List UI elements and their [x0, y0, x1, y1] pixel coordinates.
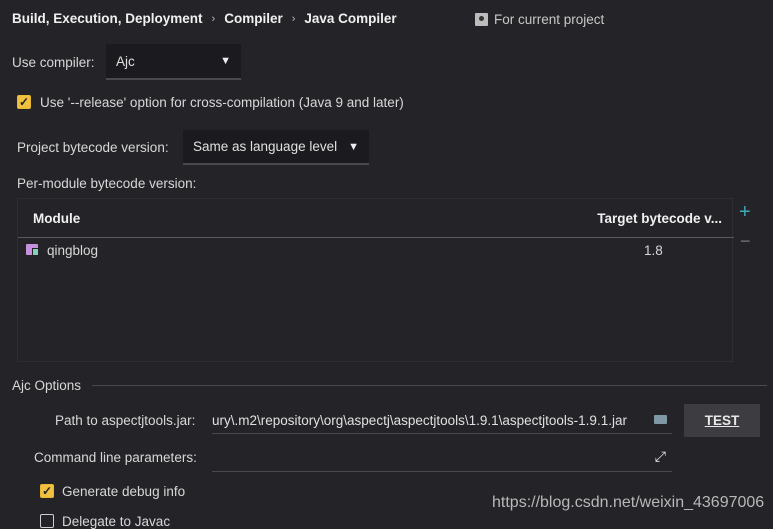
breadcrumb-item[interactable]: Build, Execution, Deployment [12, 11, 203, 26]
breadcrumb-item: Java Compiler [304, 11, 397, 26]
target-version[interactable]: 1.8 [644, 243, 663, 258]
debug-info-label[interactable]: Generate debug info [62, 484, 185, 499]
per-module-label: Per-module bytecode version: [17, 176, 197, 191]
compiler-label: Use compiler: [12, 55, 95, 70]
chevron-right-icon: › [211, 12, 216, 25]
test-button[interactable]: TEST [684, 404, 760, 437]
scope-label: For current project [494, 12, 605, 27]
check-icon: ✓ [41, 484, 53, 498]
add-icon[interactable]: + [739, 201, 751, 224]
breadcrumb: Build, Execution, Deployment › Compiler … [12, 11, 397, 26]
compiler-value: Ajc [116, 53, 135, 69]
chevron-down-icon: ▼ [220, 55, 231, 67]
header-divider [18, 237, 734, 238]
cmd-params-input[interactable]: ⤢ [212, 444, 672, 472]
bytecode-dropdown[interactable]: Same as language level ▼ [183, 130, 369, 165]
column-header-module[interactable]: Module [33, 211, 80, 226]
per-module-table: Module Target bytecode v... qingblog 1.8 [17, 198, 734, 362]
project-person-icon [475, 13, 488, 26]
release-option-label[interactable]: Use '--release' option for cross-compila… [40, 95, 404, 110]
chevron-right-icon: › [291, 12, 296, 25]
check-icon: ✓ [18, 95, 30, 109]
ajc-section-title: Ajc Options [12, 378, 82, 393]
module-folder-icon [26, 244, 39, 256]
bytecode-value: Same as language level [193, 139, 338, 154]
section-divider [92, 385, 767, 386]
table-row[interactable]: qingblog 1.8 [18, 241, 732, 261]
path-input[interactable]: ury\.m2\repository\org\aspectj\aspectjto… [212, 406, 672, 434]
module-name: qingblog [47, 243, 99, 258]
breadcrumb-item[interactable]: Compiler [224, 11, 283, 26]
release-option-checkbox[interactable]: ✓ [17, 95, 31, 109]
path-value: ury\.m2\repository\org\aspectj\aspectjto… [212, 413, 627, 428]
cmd-label: Command line parameters: [34, 450, 197, 465]
scope-indicator: For current project [475, 12, 604, 27]
path-label: Path to aspectjtools.jar: [55, 413, 196, 428]
debug-info-checkbox[interactable]: ✓ [40, 484, 54, 498]
compiler-dropdown[interactable]: Ajc ▼ [106, 44, 241, 80]
column-header-target[interactable]: Target bytecode v... [597, 211, 722, 226]
remove-icon[interactable]: − [740, 231, 751, 252]
chevron-down-icon: ▼ [348, 140, 359, 153]
delegate-javac-checkbox[interactable] [40, 514, 54, 528]
delegate-javac-label[interactable]: Delegate to Javac [62, 514, 170, 529]
folder-browse-icon[interactable] [654, 415, 667, 424]
expand-icon[interactable]: ⤢ [655, 448, 666, 465]
test-label: TEST [704, 413, 740, 428]
bytecode-label: Project bytecode version: [17, 140, 169, 155]
watermark: https://blog.csdn.net/weixin_43697006 [492, 494, 765, 511]
